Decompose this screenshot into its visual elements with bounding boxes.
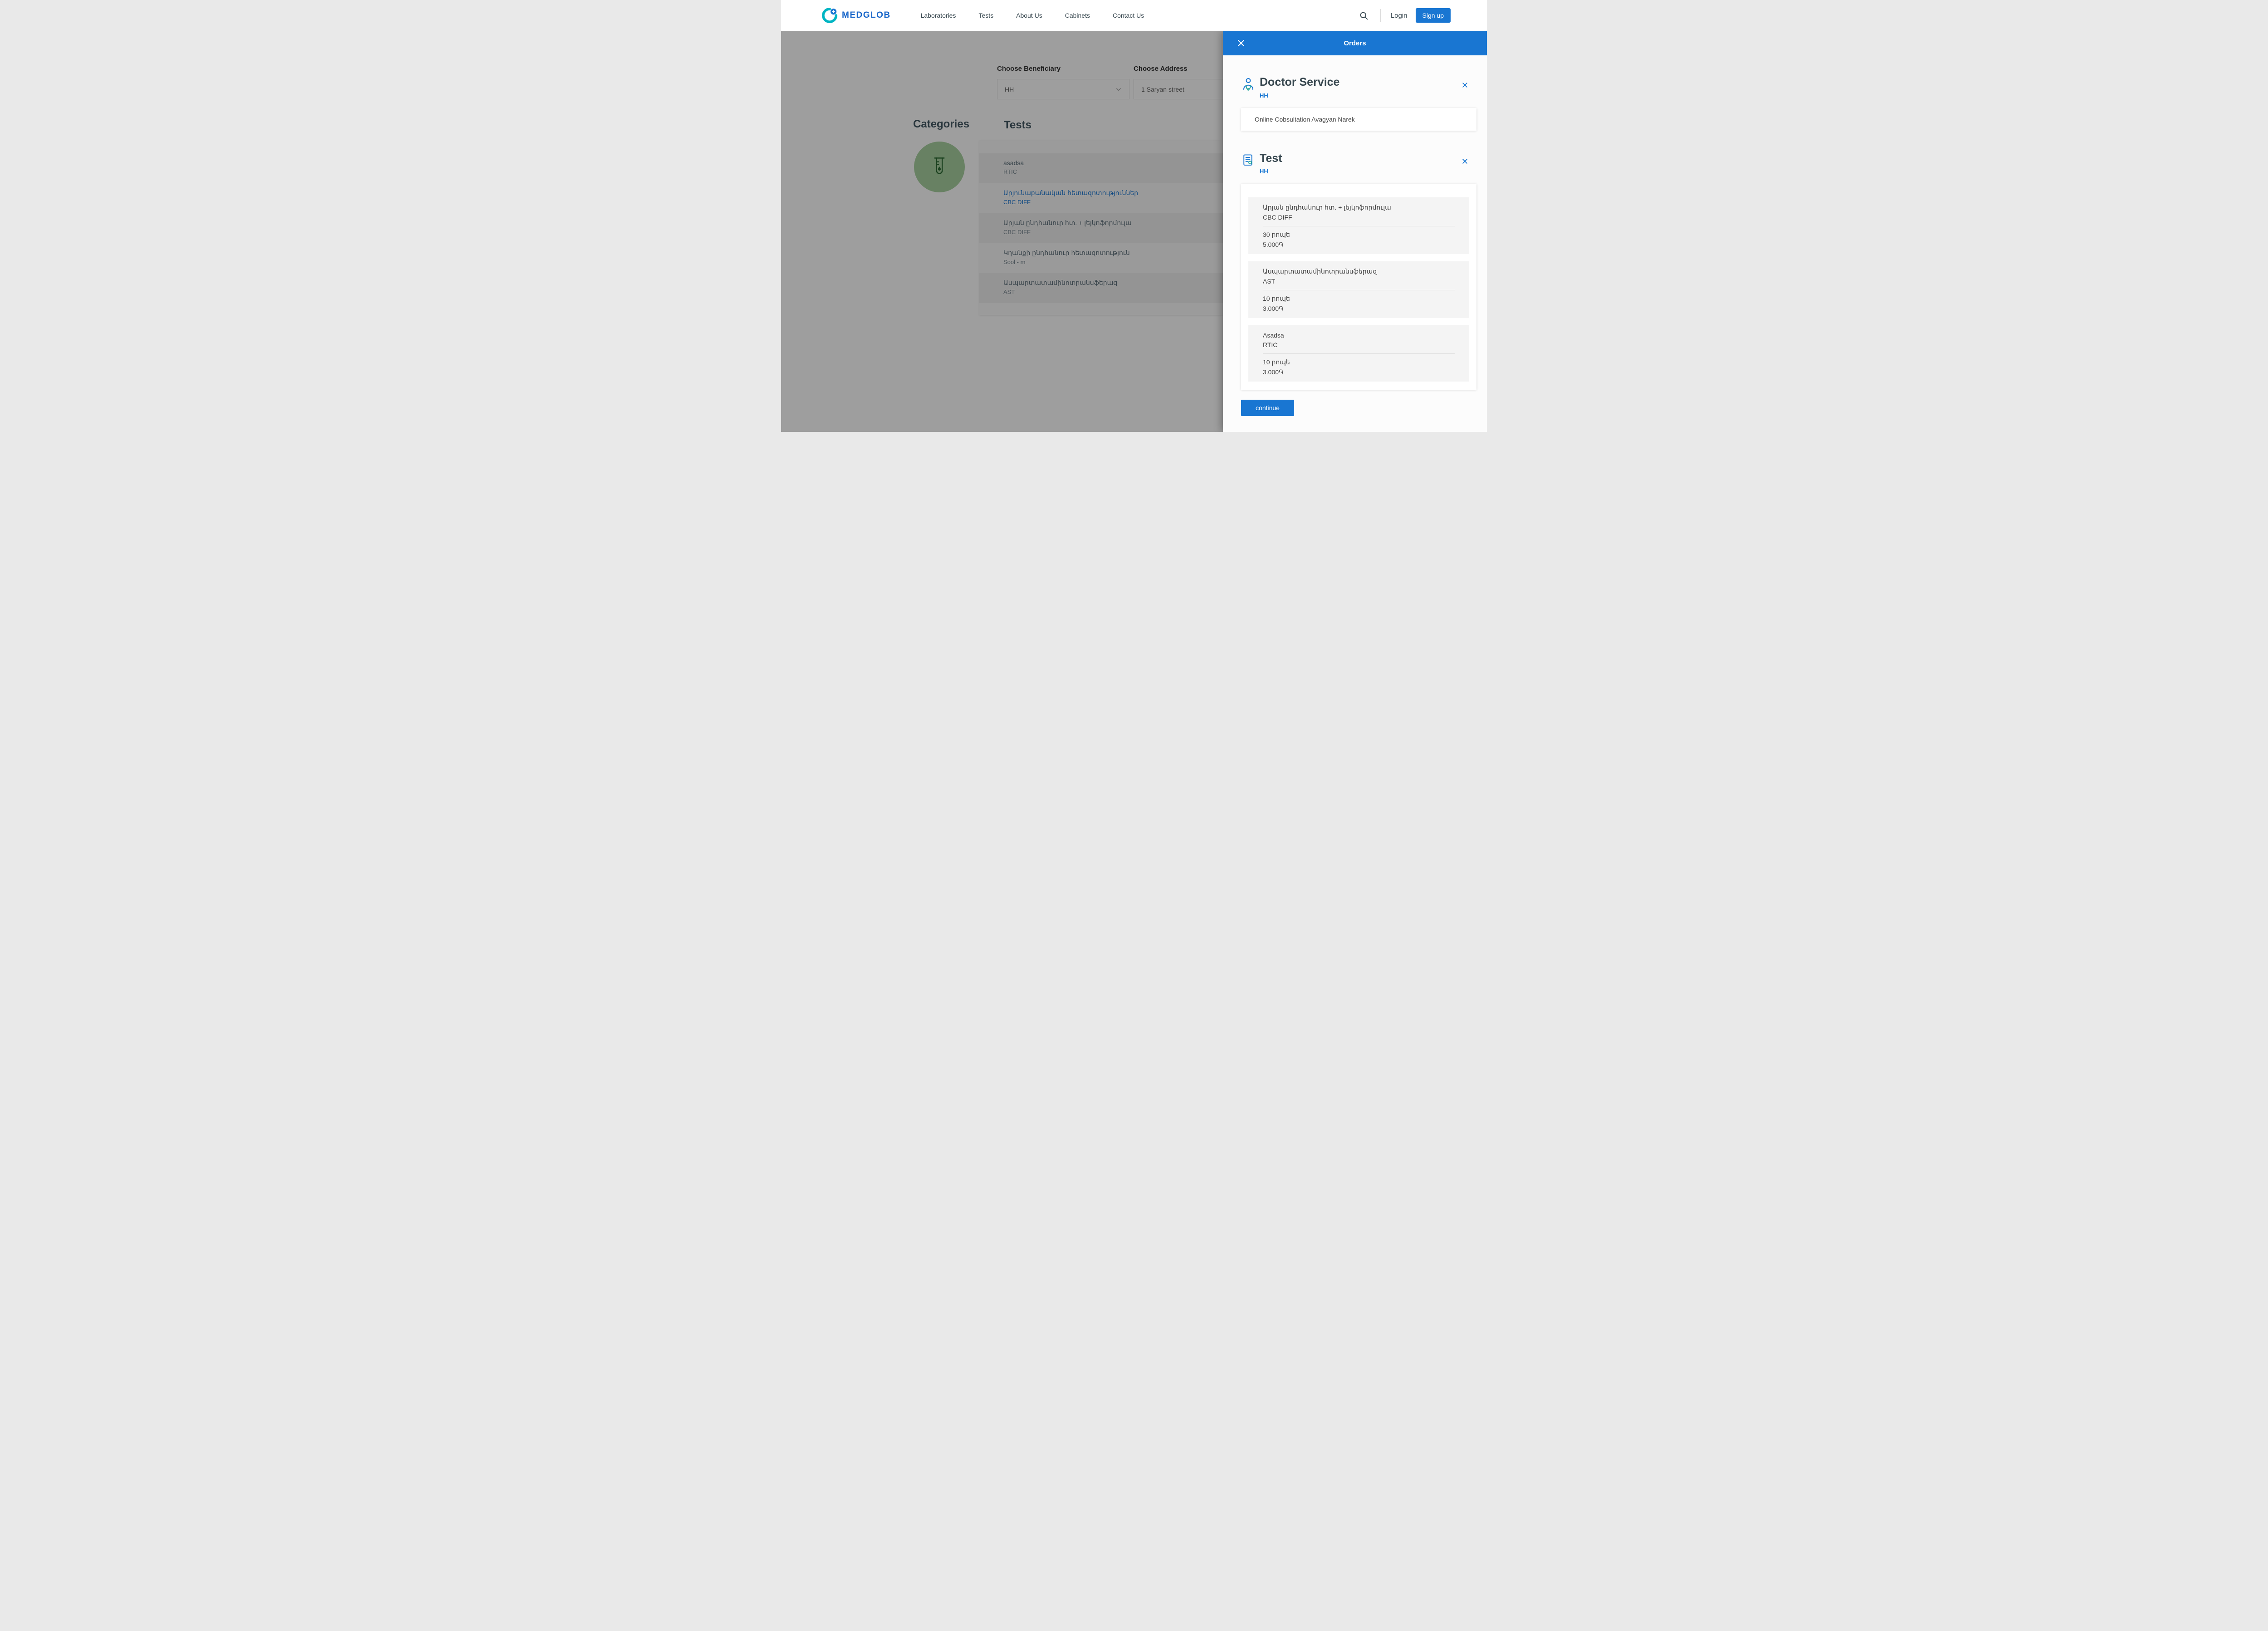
- app-root: MEDGLOB Laboratories Tests About Us Cabi…: [781, 0, 1487, 432]
- header-divider: [1380, 9, 1381, 22]
- main-nav: Laboratories Tests About Us Cabinets Con…: [921, 6, 1167, 24]
- order-item-divider: [1263, 353, 1455, 354]
- doctor-service-card: Online Cobsultation Avagyan Narek: [1241, 108, 1476, 131]
- order-item-price: 3.000֏: [1263, 368, 1455, 376]
- doctor-service-item: Online Cobsultation Avagyan Narek: [1255, 116, 1355, 123]
- orders-drawer-body: Doctor Service HH Online Cobsu: [1223, 55, 1487, 432]
- test-document-icon: [1241, 153, 1256, 167]
- doctor-service-titles: Doctor Service HH: [1260, 76, 1339, 99]
- remove-icon: [1461, 158, 1468, 165]
- main-area: Choose Beneficiary HH Choose Address 1 S…: [781, 31, 1487, 432]
- test-section-head: Test HH: [1241, 152, 1476, 175]
- remove-icon: [1461, 82, 1468, 88]
- nav-item-laboratories[interactable]: Laboratories: [921, 6, 956, 24]
- search-button[interactable]: [1357, 9, 1370, 22]
- orders-drawer-header: Orders: [1223, 31, 1487, 55]
- test-section-subtitle: HH: [1260, 168, 1282, 175]
- order-item: Ասպարտատամինոտրանսֆերազ AST 10 րոպե 3.00…: [1248, 261, 1469, 318]
- remove-doctor-service-button[interactable]: [1460, 80, 1470, 90]
- search-icon: [1359, 11, 1369, 20]
- order-item-name: Ասպարտատամինոտրանսֆերազ: [1263, 268, 1455, 275]
- signup-button[interactable]: Sign up: [1416, 8, 1451, 23]
- order-item-code: RTIC: [1263, 341, 1455, 348]
- order-item: Արյան ընդհանուր հտ. + լեյկոֆորմուլա CBC …: [1248, 197, 1469, 254]
- header-right: Login Sign up: [1357, 8, 1451, 23]
- nav-item-about-us[interactable]: About Us: [1016, 6, 1042, 24]
- remove-test-section-button[interactable]: [1460, 156, 1470, 167]
- close-drawer-button[interactable]: [1235, 37, 1247, 49]
- medglob-logo-icon: [822, 8, 837, 23]
- orders-title: Orders: [1344, 39, 1366, 47]
- test-section: Test HH Արյան: [1241, 152, 1476, 390]
- order-item-price: 5.000֏: [1263, 241, 1455, 249]
- doctor-service-subtitle: HH: [1260, 92, 1339, 99]
- login-link[interactable]: Login: [1391, 12, 1408, 20]
- doctor-service-title: Doctor Service: [1260, 76, 1339, 89]
- doctor-service-head: Doctor Service HH: [1241, 76, 1476, 99]
- brand[interactable]: MEDGLOB: [822, 8, 891, 23]
- nav-item-tests[interactable]: Tests: [978, 6, 993, 24]
- order-item: Asadsa RTIC 10 րոպե 3.000֏: [1248, 325, 1469, 382]
- test-section-titles: Test HH: [1260, 152, 1282, 175]
- test-section-title: Test: [1260, 152, 1282, 165]
- nav-item-contact-us[interactable]: Contact Us: [1113, 6, 1144, 24]
- close-icon: [1237, 39, 1246, 48]
- doctor-service-section: Doctor Service HH Online Cobsu: [1241, 76, 1476, 131]
- order-item-name: Արյան ընդհանուր հտ. + լեյկոֆորմուլա: [1263, 204, 1455, 211]
- continue-button[interactable]: continue: [1241, 400, 1294, 416]
- order-item-duration: 10 րոպե: [1263, 358, 1455, 366]
- order-item-code: AST: [1263, 278, 1455, 285]
- order-item-code: CBC DIFF: [1263, 214, 1455, 221]
- test-order-card: Արյան ընդհանուր հտ. + լեյկոֆորմուլա CBC …: [1241, 184, 1476, 390]
- brand-name: MEDGLOB: [842, 10, 891, 20]
- order-item-name: Asadsa: [1263, 332, 1455, 339]
- order-item-duration: 30 րոպե: [1263, 231, 1455, 239]
- doctor-icon: [1241, 77, 1256, 91]
- order-item-price: 3.000֏: [1263, 305, 1455, 313]
- orders-drawer: Orders: [1223, 31, 1487, 432]
- site-header: MEDGLOB Laboratories Tests About Us Cabi…: [781, 0, 1487, 31]
- nav-item-cabinets[interactable]: Cabinets: [1065, 6, 1090, 24]
- order-item-duration: 10 րոպե: [1263, 295, 1455, 303]
